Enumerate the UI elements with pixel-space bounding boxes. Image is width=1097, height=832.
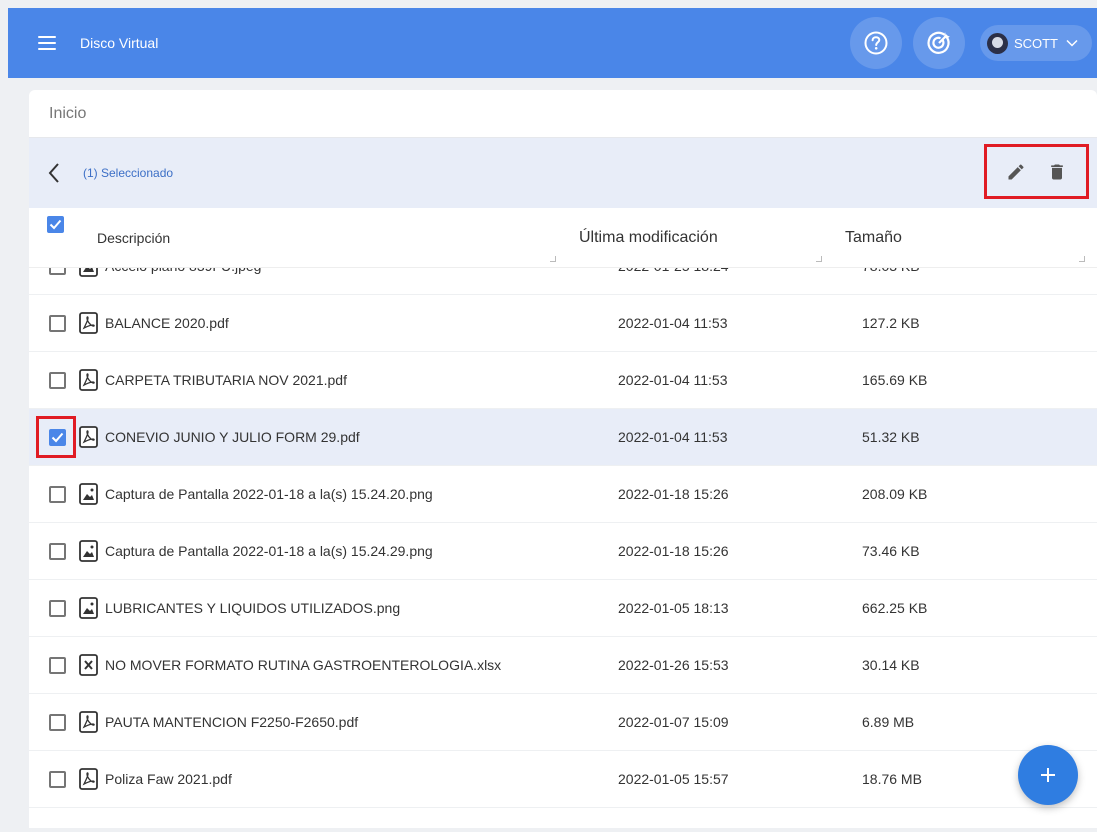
- file-size: 73.46 KB: [862, 543, 920, 559]
- chevron-left-icon: [48, 163, 59, 183]
- row-checkbox[interactable]: [49, 268, 66, 275]
- file-modified: 2022-01-18 15:26: [618, 486, 729, 502]
- row-checkbox[interactable]: [49, 713, 66, 731]
- file-modified: 2022-01-18 15:26: [618, 543, 729, 559]
- file-modified: 2022-01-05 15:57: [618, 771, 729, 787]
- file-name[interactable]: Captura de Pantalla 2022-01-18 a la(s) 1…: [105, 543, 433, 559]
- file-name[interactable]: NO MOVER FORMATO RUTINA GASTROENTEROLOGI…: [105, 657, 501, 673]
- file-name[interactable]: CARPETA TRIBUTARIA NOV 2021.pdf: [105, 372, 347, 388]
- selection-toolbar: (1) Seleccionado: [29, 138, 1097, 208]
- file-modified: 2022-01-04 11:53: [618, 315, 728, 331]
- file-size: 51.32 KB: [862, 429, 920, 445]
- file-name[interactable]: LUBRICANTES Y LIQUIDOS UTILIZADOS.png: [105, 600, 400, 616]
- file-size: 6.89 MB: [862, 714, 915, 730]
- row-checkbox[interactable]: [49, 371, 66, 389]
- back-button[interactable]: [47, 162, 71, 184]
- breadcrumb-home[interactable]: Inicio: [49, 105, 86, 123]
- pdf-file-icon: [79, 768, 98, 790]
- help-button[interactable]: [849, 17, 902, 69]
- column-resize-handle[interactable]: [1079, 256, 1085, 262]
- excel-file-icon: [79, 654, 98, 676]
- file-modified: 2022-01-04 11:53: [618, 372, 728, 388]
- table-header: Descripción Última modificación Tamaño: [29, 208, 1097, 268]
- table-row[interactable]: Accelo plano 839FU.jpeg 2022-01-25 18:24 7…: [29, 268, 1097, 295]
- file-size: 208.09 KB: [862, 486, 928, 502]
- select-all-checkbox[interactable]: [47, 216, 64, 233]
- pdf-file-icon: [79, 312, 98, 334]
- check-icon: [51, 432, 64, 442]
- file-size: 18.76 MB: [862, 771, 922, 787]
- file-modified: 2022-01-05 18:13: [618, 600, 729, 616]
- row-checkbox[interactable]: [49, 485, 66, 503]
- edit-button[interactable]: [1001, 157, 1031, 187]
- file-name[interactable]: Poliza Faw 2021.pdf: [105, 771, 232, 787]
- selection-count: (1) Seleccionado: [83, 166, 174, 180]
- file-name[interactable]: CONEVIO JUNIO Y JULIO FORM 29.pdf: [105, 429, 360, 445]
- table-row[interactable]: PAUTA MANTENCION F2250-F2650.pdf 2022-01-…: [29, 694, 1097, 751]
- image-file-icon: [79, 483, 98, 505]
- row-checkbox[interactable]: [49, 599, 66, 617]
- chevron-down-icon: [1066, 39, 1078, 47]
- file-size: 662.25 KB: [862, 600, 928, 616]
- row-checkbox[interactable]: [49, 770, 66, 788]
- top-app-bar: Disco Virtual SCOTT: [8, 8, 1097, 78]
- file-size: 165.69 KB: [862, 372, 928, 388]
- file-name[interactable]: Accelo plano 839FU.jpeg: [105, 268, 261, 274]
- user-menu-button[interactable]: SCOTT: [979, 25, 1092, 61]
- table-row[interactable]: NO MOVER FORMATO RUTINA GASTROENTEROLOGI…: [29, 637, 1097, 694]
- column-header-modified[interactable]: Última modificación: [579, 229, 718, 247]
- row-checkbox[interactable]: [49, 656, 66, 674]
- column-resize-handle[interactable]: [816, 256, 822, 262]
- target-icon: [927, 31, 950, 54]
- app-title: Disco Virtual: [80, 35, 159, 51]
- file-size: 78.03 KB: [862, 268, 920, 274]
- row-checkbox[interactable]: [49, 314, 66, 332]
- menu-icon[interactable]: [38, 36, 56, 50]
- file-modified: 2022-01-04 11:53: [618, 429, 728, 445]
- column-header-description[interactable]: Descripción: [97, 230, 170, 246]
- trash-icon: [1051, 164, 1064, 179]
- image-file-icon: [79, 540, 98, 562]
- pdf-file-icon: [79, 711, 98, 733]
- avatar: [986, 32, 1008, 54]
- breadcrumb: Inicio: [29, 90, 1097, 138]
- row-checkbox[interactable]: [49, 428, 66, 446]
- file-browser-card: Inicio (1) Seleccionado Descripción Últi…: [29, 90, 1097, 828]
- file-name[interactable]: BALANCE 2020.pdf: [105, 315, 229, 331]
- pdf-file-icon: [79, 426, 98, 448]
- file-name[interactable]: Captura de Pantalla 2022-01-18 a la(s) 1…: [105, 486, 433, 502]
- file-list: Accelo plano 839FU.jpeg 2022-01-25 18:24 7…: [29, 268, 1097, 828]
- file-size: 127.2 KB: [862, 315, 920, 331]
- user-name: SCOTT: [1013, 35, 1058, 51]
- target-button[interactable]: [912, 17, 965, 69]
- file-modified: 2022-01-25 18:24: [618, 268, 729, 274]
- file-size: 30.14 KB: [862, 657, 920, 673]
- plus-icon: [1041, 768, 1055, 782]
- check-icon: [49, 219, 62, 230]
- table-row[interactable]: BALANCE 2020.pdf 2022-01-04 11:53 127.2 KB: [29, 295, 1097, 352]
- row-checkbox[interactable]: [49, 542, 66, 560]
- table-row[interactable]: CARPETA TRIBUTARIA NOV 2021.pdf 2022-01-0…: [29, 352, 1097, 409]
- table-row[interactable]: Captura de Pantalla 2022-01-18 a la(s) 1…: [29, 523, 1097, 580]
- column-header-size[interactable]: Tamaño: [845, 229, 902, 247]
- file-modified: 2022-01-26 15:53: [618, 657, 729, 673]
- pdf-file-icon: [79, 369, 98, 391]
- image-file-icon: [79, 268, 98, 277]
- file-name[interactable]: PAUTA MANTENCION F2250-F2650.pdf: [105, 714, 358, 730]
- table-row[interactable]: LUBRICANTES Y LIQUIDOS UTILIZADOS.png 202…: [29, 580, 1097, 637]
- actions-highlight: [984, 144, 1089, 199]
- add-button[interactable]: [1018, 745, 1078, 805]
- column-resize-handle[interactable]: [550, 256, 556, 262]
- table-row[interactable]: Poliza Faw 2021.pdf 2022-01-05 15:57 18.76…: [29, 751, 1097, 808]
- table-row[interactable]: Captura de Pantalla 2022-01-18 a la(s) 1…: [29, 466, 1097, 523]
- image-file-icon: [79, 597, 98, 619]
- delete-button[interactable]: [1042, 157, 1072, 187]
- help-icon: [864, 31, 888, 55]
- file-modified: 2022-01-07 15:09: [618, 714, 729, 730]
- pencil-icon: [1008, 163, 1024, 179]
- table-row[interactable]: CONEVIO JUNIO Y JULIO FORM 29.pdf 2022-01…: [29, 409, 1097, 466]
